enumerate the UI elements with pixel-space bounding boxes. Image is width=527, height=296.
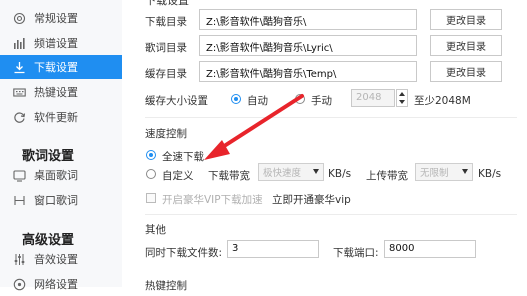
- sidebar-item-label: 音效设置: [34, 253, 78, 266]
- change-cache-dir-button[interactable]: 更改目录: [430, 61, 502, 82]
- group-title-lyrics: 歌词设置: [22, 149, 75, 164]
- custom-speed-label: 自定义: [162, 170, 194, 182]
- desktop-lyrics-icon: [12, 168, 26, 182]
- network-icon: [12, 277, 26, 291]
- sidebar-item-label: 窗口歌词: [34, 194, 78, 207]
- cache-size-label: 缓存大小设置: [145, 95, 208, 107]
- lyrics-dir-label: 歌词目录: [145, 42, 187, 54]
- equalizer-icon: [12, 252, 26, 266]
- gear-icon: [12, 11, 26, 25]
- custom-speed-radio[interactable]: [146, 169, 156, 179]
- cache-dir-field[interactable]: Z:\影音软件\酷狗音乐\Temp\: [199, 61, 417, 82]
- download-port-input[interactable]: 8000: [384, 240, 476, 258]
- download-port-label: 下载端口:: [333, 247, 379, 259]
- sidebar-item-update[interactable]: 软件更新: [0, 105, 122, 129]
- chevron-down-icon: [462, 169, 468, 174]
- cache-size-hint: 至少2048M: [414, 95, 471, 107]
- upload-bandwidth-select[interactable]: 无限制: [415, 163, 473, 181]
- sidebar-item-label: 常规设置: [34, 12, 78, 25]
- full-speed-label: 全速下载: [162, 151, 204, 163]
- sidebar-item-network[interactable]: 网络设置: [0, 272, 122, 296]
- cache-auto-label: 自动: [247, 95, 268, 107]
- divider: [145, 214, 517, 215]
- cache-size-spinner[interactable]: [396, 89, 408, 107]
- sidebar-item-label: 网络设置: [34, 278, 78, 291]
- sidebar-item-sound-effects[interactable]: 音效设置: [0, 247, 122, 271]
- divider: [145, 117, 517, 118]
- sidebar-item-desktop-lyrics[interactable]: 桌面歌词: [0, 163, 122, 187]
- spinner-down-icon[interactable]: [399, 100, 405, 104]
- settings-content: 下载设置 下载目录 Z:\影音软件\酷狗音乐\ 更改目录 歌词目录 Z:\影音软…: [122, 0, 527, 292]
- chevron-down-icon: [313, 169, 319, 174]
- lyrics-dir-field[interactable]: Z:\影音软件\酷狗音乐\Lyric\: [199, 35, 417, 56]
- download-icon: [12, 60, 26, 74]
- cache-dir-label: 缓存目录: [145, 68, 187, 80]
- upload-bandwidth-label: 上传带宽: [366, 170, 408, 182]
- change-lyrics-dir-button[interactable]: 更改目录: [430, 35, 502, 56]
- vip-accelerate-checkbox[interactable]: [146, 193, 156, 203]
- speed-section-title: 速度控制: [145, 128, 187, 140]
- keyboard-icon: [12, 85, 26, 99]
- download-bandwidth-select[interactable]: 极快速度: [258, 163, 324, 181]
- sidebar-item-general[interactable]: 常规设置: [0, 6, 122, 30]
- cache-manual-label: 手动: [311, 95, 332, 107]
- sidebar-item-label: 热键设置: [34, 86, 78, 99]
- vip-accelerate-label: 开启豪华VIP下载加速: [162, 194, 263, 206]
- upload-bandwidth-value: 无限制: [420, 168, 449, 179]
- concurrent-downloads-input[interactable]: 3: [227, 240, 319, 258]
- sidebar-item-label: 桌面歌词: [34, 169, 78, 182]
- download-dir-label: 下载目录: [145, 16, 187, 28]
- cache-size-input[interactable]: 2048: [351, 89, 395, 107]
- cache-manual-radio[interactable]: [295, 94, 305, 104]
- sidebar-item-download[interactable]: 下载设置: [0, 55, 122, 79]
- spinner-up-icon[interactable]: [399, 92, 405, 96]
- section-title-download: 下载设置: [145, 0, 189, 7]
- download-bandwidth-label: 下载带宽: [208, 170, 250, 182]
- other-section-title: 其他: [145, 224, 166, 236]
- sidebar-item-label: 下载设置: [34, 61, 78, 74]
- sidebar-item-label: 软件更新: [34, 111, 78, 124]
- download-dir-field[interactable]: Z:\影音软件\酷狗音乐\: [199, 9, 417, 30]
- sidebar-item-spectrum[interactable]: 频谱设置: [0, 31, 122, 55]
- update-icon: [12, 110, 26, 124]
- hotkey-section-title: 热键控制: [145, 280, 187, 292]
- concurrent-downloads-label: 同时下载文件数:: [145, 247, 223, 259]
- settings-window: 常规设置 频谱设置 下载设置 热键设置 软件更新 歌词设置 桌面歌词 窗口歌词 …: [0, 0, 527, 292]
- sidebar-item-hotkeys[interactable]: 热键设置: [0, 80, 122, 104]
- window-lyrics-icon: [12, 193, 26, 207]
- change-download-dir-button[interactable]: 更改目录: [430, 9, 502, 30]
- sidebar-item-label: 频谱设置: [34, 37, 78, 50]
- sidebar: 常规设置 频谱设置 下载设置 热键设置 软件更新 歌词设置 桌面歌词 窗口歌词 …: [0, 0, 122, 291]
- cache-auto-radio[interactable]: [231, 94, 241, 104]
- vip-subscribe-link[interactable]: 立即开通豪华vip: [272, 192, 351, 207]
- full-speed-radio[interactable]: [146, 150, 156, 160]
- upload-bandwidth-unit: KB/s: [478, 168, 502, 180]
- download-bandwidth-value: 极快速度: [263, 168, 302, 179]
- group-title-advanced: 高级设置: [22, 233, 75, 248]
- download-bandwidth-unit: KB/s: [328, 168, 352, 180]
- sidebar-item-window-lyrics[interactable]: 窗口歌词: [0, 188, 122, 212]
- spectrum-icon: [12, 36, 26, 50]
